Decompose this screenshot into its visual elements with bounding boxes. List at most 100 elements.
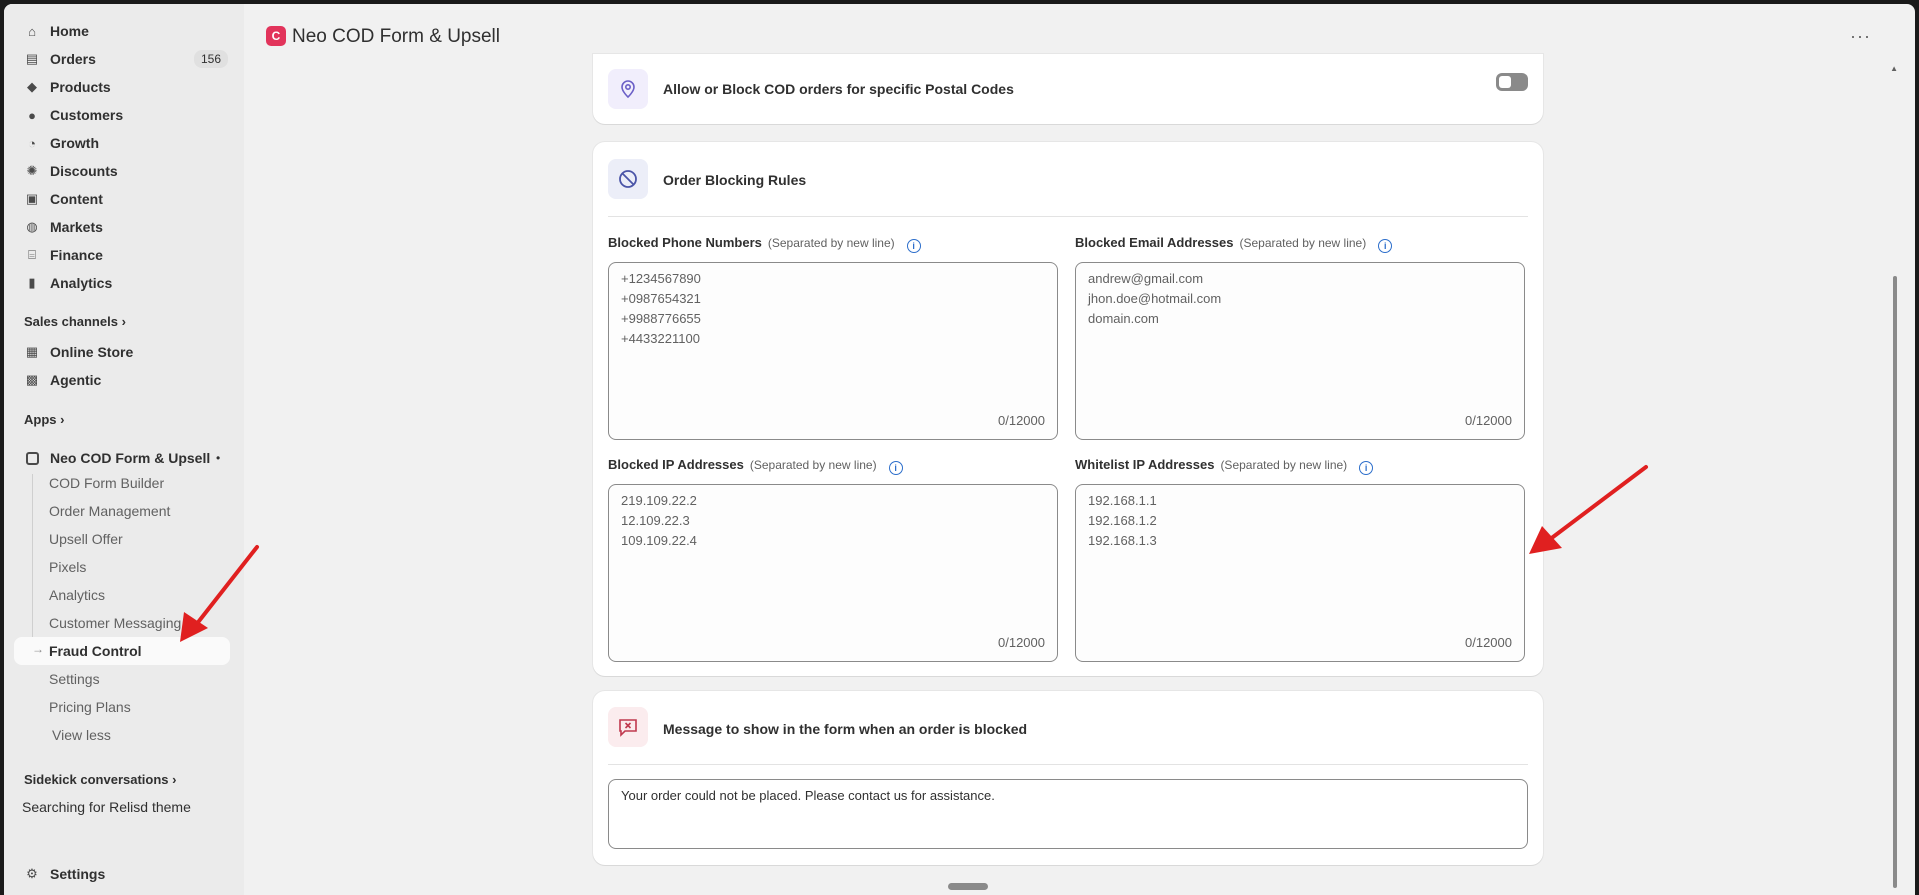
subnav-cod-form-builder[interactable]: COD Form Builder [49, 475, 164, 491]
phone-field-label: Blocked Phone Numbers (Separated by new l… [608, 235, 921, 253]
subnav-upsell-offer[interactable]: Upsell Offer [49, 531, 123, 547]
scrollbar-thumb[interactable] [1893, 276, 1897, 888]
textarea-line: andrew@gmail.com [1088, 271, 1204, 286]
textarea-line: +9988776655 [621, 311, 701, 326]
app-frame: ⌂ Home ▤ Orders 156 ◆ Products ● Customers ◔ G… [4, 4, 1915, 895]
email-hint: (Separated by new line) [1239, 236, 1367, 250]
sidebar-item-discounts[interactable]: ✺ Discounts [22, 158, 232, 184]
sidebar-item-label: Agentic [50, 372, 102, 388]
ip-hint: (Separated by new line) [749, 458, 877, 472]
orders-icon: ▤ [25, 51, 39, 66]
textarea-line: +1234567890 [621, 271, 701, 286]
info-icon[interactable]: i [906, 239, 921, 253]
view-less-link[interactable]: View less [52, 727, 111, 743]
sidekick-label: Sidekick conversations [24, 772, 169, 787]
store-icon: ▦ [25, 344, 39, 359]
sidebar-item-label: Growth [50, 135, 99, 151]
sidebar-item-label: Discounts [50, 163, 118, 179]
arrow-right-icon: → [32, 642, 44, 656]
agentic-icon: ▩ [25, 372, 39, 387]
whitelist-label-text: Whitelist IP Addresses [1075, 457, 1215, 472]
sidebar-item-orders[interactable]: ▤ Orders 156 [22, 46, 232, 72]
sidebar-item-finance[interactable]: ⌸ Finance [22, 242, 232, 268]
block-icon [608, 159, 648, 199]
textarea-line: domain.com [1088, 311, 1159, 326]
drag-handle[interactable] [948, 883, 988, 890]
whitelist-ips-textarea[interactable]: 192.168.1.1 192.168.1.2 192.168.1.3 0/12… [1075, 484, 1525, 662]
sidebar-item-label: Products [50, 79, 111, 95]
top-bar: C Neo COD Form & Upsell ··· [244, 4, 1915, 60]
sidebar-item-label: Online Store [50, 344, 134, 360]
ip-label-text: Blocked IP Addresses [608, 457, 744, 472]
more-actions-button[interactable]: ··· [1850, 26, 1871, 47]
subnav-analytics[interactable]: Analytics [49, 587, 105, 603]
chevron-right-icon: › [172, 772, 177, 787]
textarea-line: 192.168.1.1 [1088, 493, 1157, 508]
discount-icon: ✺ [26, 163, 38, 178]
sidebar-item-customers[interactable]: ● Customers [22, 102, 232, 128]
info-icon[interactable]: i [1378, 239, 1393, 253]
sidebar-item-app[interactable]: Neo COD Form & Upsell • [22, 445, 232, 471]
app-subnav-line [32, 474, 33, 654]
subnav-pricing-plans[interactable]: Pricing Plans [49, 699, 131, 715]
subnav-fraud-control[interactable]: Fraud Control [49, 643, 142, 659]
sidekick-conversation-item[interactable]: Searching for Relisd theme [22, 799, 191, 815]
blocked-message-title: Message to show in the form when an orde… [663, 721, 1028, 737]
sidebar-item-content[interactable]: ▣ Content [22, 186, 232, 212]
blocked-message-textarea[interactable]: Your order could not be placed. Please c… [608, 779, 1528, 849]
textarea-line: 109.109.22.4 [621, 533, 697, 548]
subnav-settings[interactable]: Settings [49, 671, 100, 687]
blocked-ips-textarea[interactable]: 219.109.22.2 12.109.22.3 109.109.22.4 0/… [608, 484, 1058, 662]
sidebar-item-growth[interactable]: ◔ Growth [22, 130, 232, 156]
app-logo-icon: C [266, 26, 286, 46]
chevron-right-icon: › [60, 412, 65, 427]
sidebar-item-analytics[interactable]: ▮ Analytics [22, 270, 232, 296]
globe-icon: ◍ [26, 219, 38, 234]
sidekick-heading[interactable]: Sidekick conversations › [24, 772, 176, 787]
postal-codes-toggle[interactable] [1496, 73, 1528, 91]
sidebar-item-settings[interactable]: ⚙ Settings [22, 861, 232, 887]
message-error-icon [608, 707, 648, 747]
sales-channels-label: Sales channels [24, 314, 118, 329]
sidebar-item-markets[interactable]: ◍ Markets [22, 214, 232, 240]
scroll-up-icon[interactable]: ▲ [1890, 64, 1898, 73]
sidebar-item-agentic[interactable]: ▩ Agentic [22, 367, 232, 393]
sidebar-item-home[interactable]: ⌂ Home [22, 18, 232, 44]
divider [608, 764, 1528, 765]
info-icon[interactable]: i [888, 461, 903, 475]
apps-heading[interactable]: Apps › [24, 412, 64, 427]
sidebar-item-products[interactable]: ◆ Products [22, 74, 232, 100]
sales-channels-heading[interactable]: Sales channels › [24, 314, 126, 329]
sidebar-item-label: Markets [50, 219, 103, 235]
textarea-line: 192.168.1.2 [1088, 513, 1157, 528]
sidebar-item-online-store[interactable]: ▦ Online Store [22, 339, 232, 365]
app-pinned-dot: • [216, 451, 221, 465]
sidebar-item-label: Orders [50, 51, 96, 67]
subnav-customer-messaging[interactable]: Customer Messaging [49, 615, 181, 631]
sidebar-item-label: Customers [50, 107, 124, 123]
sidebar-item-label: Analytics [50, 275, 113, 291]
order-blocking-title: Order Blocking Rules [663, 172, 807, 188]
apps-label: Apps [24, 412, 57, 427]
postal-codes-card: Allow or Block COD orders for specific P… [593, 54, 1543, 124]
bar-chart-icon: ▮ [28, 275, 36, 290]
textarea-line: 192.168.1.3 [1088, 533, 1157, 548]
blocked-phones-textarea[interactable]: +1234567890 +0987654321 +9988776655 +443… [608, 262, 1058, 440]
annotation-arrow-right [1529, 465, 1648, 554]
subnav-pixels[interactable]: Pixels [49, 559, 86, 575]
home-icon: ⌂ [28, 23, 36, 39]
info-icon[interactable]: i [1359, 461, 1374, 475]
sidebar-item-label: Settings [50, 866, 106, 882]
whitelist-field-label: Whitelist IP Addresses (Separated by new … [1075, 457, 1374, 475]
blocked-emails-textarea[interactable]: andrew@gmail.com jhon.doe@hotmail.com do… [1075, 262, 1525, 440]
chevron-right-icon: › [121, 314, 126, 329]
subnav-order-management[interactable]: Order Management [49, 503, 170, 519]
sidebar-item-label: Home [50, 23, 89, 39]
divider [608, 216, 1528, 217]
sidebar-item-label: Finance [50, 247, 103, 263]
textarea-line: 219.109.22.2 [621, 493, 697, 508]
char-counter: 0/12000 [1465, 413, 1512, 428]
textarea-line: jhon.doe@hotmail.com [1088, 291, 1222, 306]
textarea-line: +4433221100 [621, 331, 700, 346]
app-icon [22, 451, 42, 465]
